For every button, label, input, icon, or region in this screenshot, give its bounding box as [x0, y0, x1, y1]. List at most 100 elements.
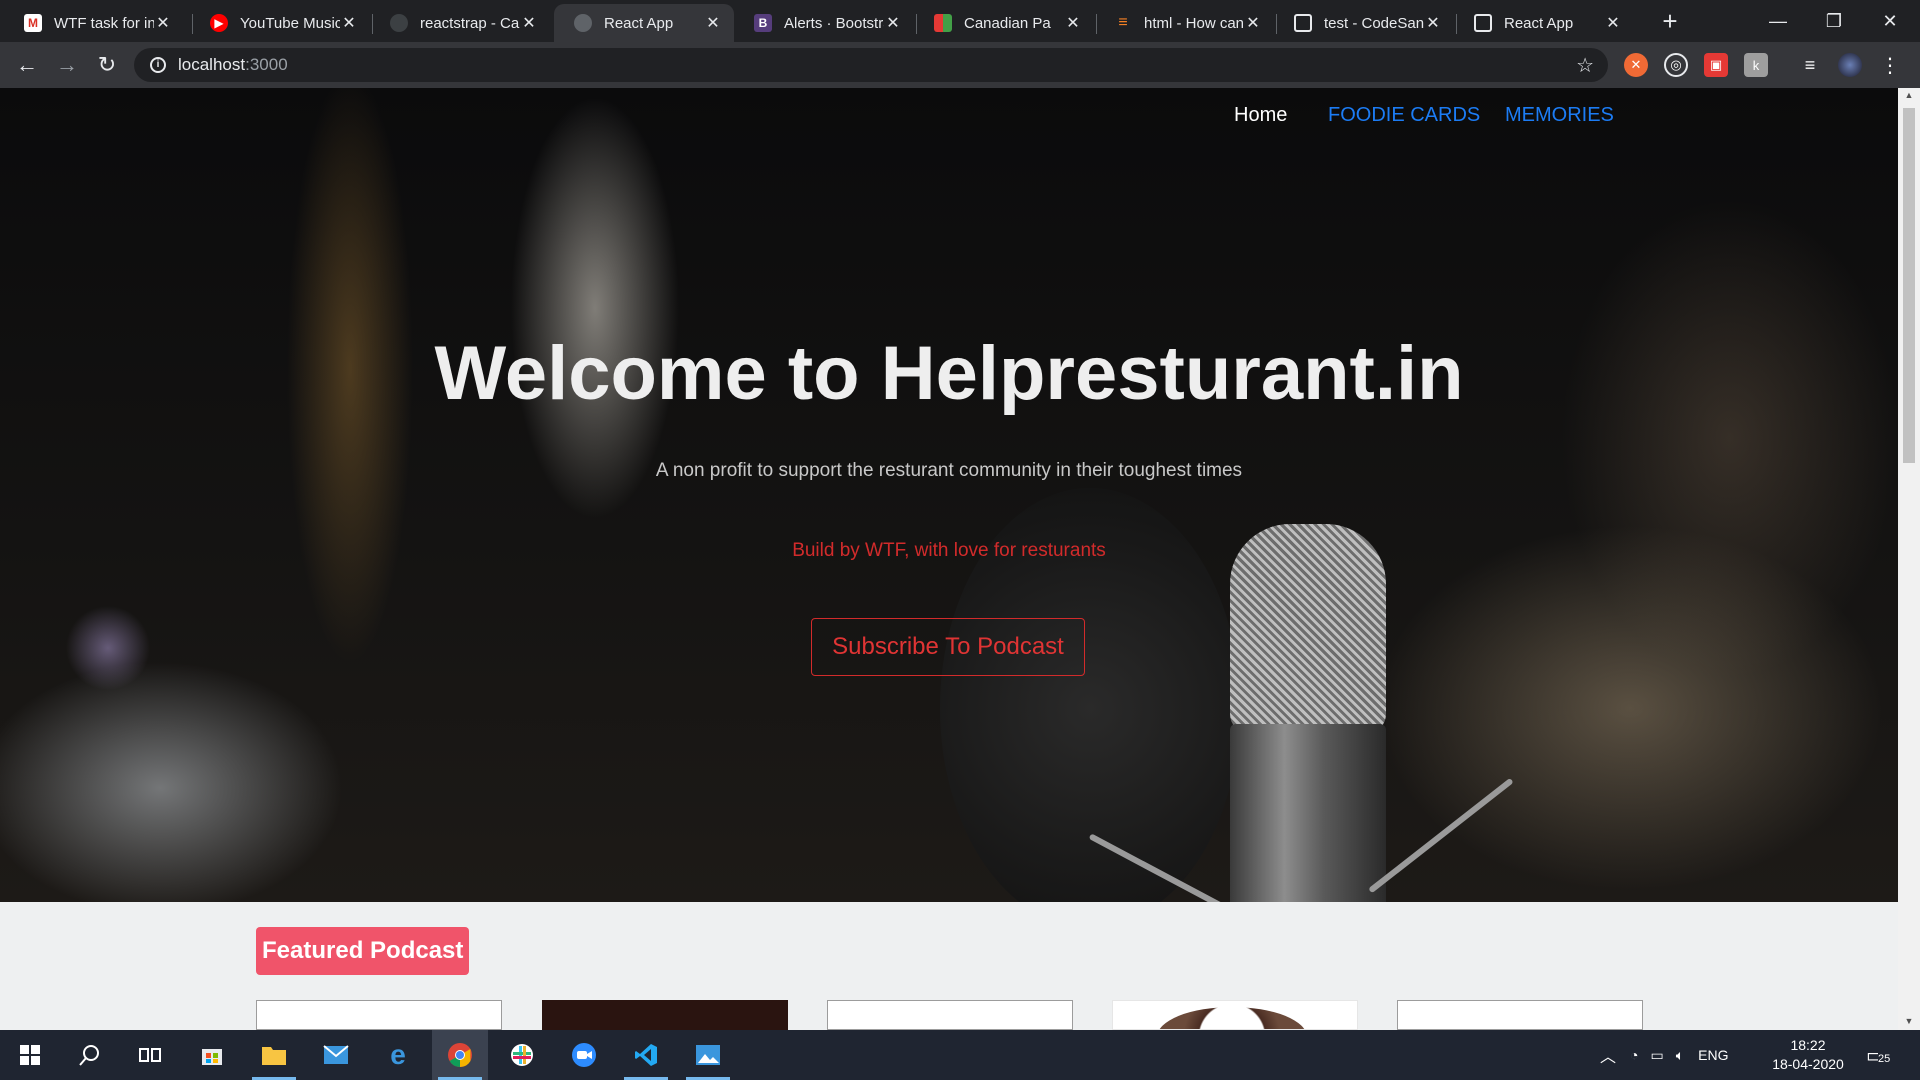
- scroll-up-arrow[interactable]: ▲: [1904, 90, 1914, 100]
- close-icon[interactable]: ✕: [704, 13, 722, 33]
- photos-icon: [696, 1045, 720, 1065]
- edge-button[interactable]: e: [370, 1030, 426, 1080]
- nav-memories-link[interactable]: MEMORIES: [1505, 104, 1614, 127]
- file-explorer-button[interactable]: [246, 1030, 302, 1080]
- featured-podcast-badge: Featured Podcast: [256, 927, 470, 975]
- forward-button[interactable]: →: [52, 50, 82, 80]
- hero-credit: Build by WTF, with love for resturants: [792, 540, 1106, 561]
- chevron-up-icon[interactable]: ︿: [1600, 1043, 1616, 1067]
- task-view-button[interactable]: [122, 1030, 178, 1080]
- close-icon[interactable]: ✕: [154, 13, 172, 33]
- clock-date: 18-04-2020: [1772, 1056, 1844, 1072]
- close-icon[interactable]: ✕: [1244, 13, 1262, 33]
- extension-icon[interactable]: ▣: [1704, 53, 1728, 77]
- podcast-card-image: [1157, 1007, 1307, 1029]
- tab-gmail[interactable]: M WTF task for in ✕: [4, 4, 184, 42]
- mail-button[interactable]: [308, 1030, 364, 1080]
- minimize-button[interactable]: —: [1750, 0, 1806, 42]
- vscode-button[interactable]: [618, 1030, 674, 1080]
- bookmark-star-icon[interactable]: ☆: [1576, 53, 1594, 78]
- restore-button[interactable]: ❐: [1806, 0, 1862, 42]
- store-icon: [202, 1049, 222, 1065]
- task-view-icon: [139, 1048, 161, 1062]
- nav-home-link[interactable]: Home: [1234, 104, 1287, 127]
- folder-icon: [262, 1047, 286, 1065]
- close-icon[interactable]: ✕: [1064, 13, 1082, 33]
- stackoverflow-icon: ≡: [1118, 14, 1128, 31]
- extension-icon[interactable]: k: [1744, 53, 1768, 77]
- search-button[interactable]: [62, 1030, 118, 1080]
- tab-title: React App: [1504, 14, 1574, 32]
- tab-title: Alerts · Bootstra: [784, 14, 884, 32]
- tab-react-app-active[interactable]: React App ✕: [554, 4, 734, 42]
- extension-icon[interactable]: ◎: [1664, 53, 1688, 77]
- tab-canadian[interactable]: Canadian Pa ✕: [914, 4, 1094, 42]
- clock-time: 18:22: [1790, 1037, 1826, 1053]
- hero-subtitle: A non profit to support the resturant co…: [655, 460, 1243, 481]
- chrome-button[interactable]: [432, 1030, 488, 1080]
- hero-title: Welcome to Helpresturant.in: [434, 331, 1464, 416]
- tab-stackoverflow[interactable]: ≡ html - How can ✕: [1094, 4, 1274, 42]
- zoom-button[interactable]: [556, 1030, 612, 1080]
- close-icon[interactable]: ✕: [520, 13, 538, 33]
- notification-count: 25: [1878, 1052, 1891, 1065]
- slack-button[interactable]: [494, 1030, 550, 1080]
- tab-youtube-music[interactable]: ▶ YouTube Music ✕: [190, 4, 370, 42]
- scroll-thumb[interactable]: [1903, 108, 1915, 463]
- action-center-button[interactable]: ▭ 25: [1866, 1030, 1891, 1080]
- page-scrollbar[interactable]: ▲ ▼: [1898, 88, 1920, 1030]
- edge-icon: e: [390, 1039, 406, 1070]
- nav-foodie-cards-link[interactable]: FOODIE CARDS: [1328, 104, 1480, 127]
- close-icon[interactable]: ✕: [340, 13, 358, 33]
- tab-title: html - How can: [1144, 14, 1244, 32]
- battery-icon[interactable]: ▭: [1650, 1047, 1663, 1064]
- reload-button[interactable]: ↻: [92, 50, 122, 80]
- tab-title: WTF task for in: [54, 14, 154, 32]
- url-text[interactable]: localhost:3000: [178, 55, 288, 75]
- browser-toolbar: ← → ↻ i localhost:3000 ☆ ✕ ◎ ▣ k ≡ ⋮: [0, 42, 1920, 88]
- profile-avatar[interactable]: [1838, 53, 1862, 77]
- tab-reactstrap[interactable]: reactstrap - Car ✕: [370, 4, 550, 42]
- tab-title: reactstrap - Car: [420, 14, 520, 32]
- close-icon[interactable]: ✕: [1604, 13, 1622, 33]
- back-button[interactable]: ←: [12, 50, 42, 80]
- bootstrap-icon: B: [754, 14, 772, 32]
- mail-icon: [323, 1045, 349, 1064]
- podcast-card[interactable]: [542, 1000, 788, 1030]
- slack-icon: [511, 1044, 533, 1066]
- url-host: localhost: [178, 55, 246, 74]
- start-button[interactable]: [2, 1030, 58, 1080]
- volume-icon[interactable]: 🔈︎: [1676, 1047, 1684, 1064]
- scroll-down-arrow[interactable]: ▼: [1904, 1016, 1914, 1026]
- podcast-card[interactable]: [256, 1000, 502, 1030]
- menu-kebab-icon[interactable]: ⋮: [1878, 53, 1902, 77]
- close-icon[interactable]: ✕: [884, 13, 902, 33]
- info-icon[interactable]: i: [150, 57, 166, 73]
- windows-taskbar: e ︿ ◔ ▭ 🔈︎ ENG 18:22 18-04-2020 ▭ 25: [0, 1030, 1920, 1080]
- close-icon[interactable]: ✕: [1424, 13, 1442, 33]
- tab-title: test - CodeSan: [1324, 14, 1424, 32]
- podcast-card[interactable]: [1112, 1000, 1358, 1030]
- network-icon[interactable]: ◔: [1630, 1047, 1638, 1063]
- new-tab-button[interactable]: +: [1656, 8, 1684, 36]
- ca-icon: [934, 14, 952, 32]
- hero-section: Home FOODIE CARDS MEMORIES Welcome to He…: [0, 88, 1898, 902]
- photos-button[interactable]: [680, 1030, 736, 1080]
- youtube-music-icon: ▶: [210, 14, 228, 32]
- tab-codesandbox-test[interactable]: test - CodeSan ✕: [1274, 4, 1454, 42]
- vscode-icon: [635, 1044, 657, 1066]
- store-button[interactable]: [184, 1030, 240, 1080]
- codesandbox-icon: [1294, 14, 1312, 32]
- address-bar[interactable]: i localhost:3000 ☆: [134, 48, 1608, 82]
- url-port: :3000: [245, 55, 288, 74]
- clock[interactable]: 18:22 18-04-2020: [1768, 1036, 1848, 1074]
- podcast-card[interactable]: [827, 1000, 1073, 1030]
- media-controls-icon[interactable]: ≡: [1798, 53, 1822, 77]
- close-window-button[interactable]: ✕: [1862, 0, 1918, 42]
- subscribe-podcast-button[interactable]: Subscribe To Podcast: [811, 618, 1085, 676]
- tab-codesandbox-react-app[interactable]: React App ✕: [1454, 4, 1634, 42]
- extension-icon[interactable]: ✕: [1624, 53, 1648, 77]
- language-indicator[interactable]: ENG: [1698, 1047, 1728, 1063]
- podcast-card[interactable]: [1397, 1000, 1643, 1030]
- tab-bootstrap-alerts[interactable]: B Alerts · Bootstra ✕: [734, 4, 914, 42]
